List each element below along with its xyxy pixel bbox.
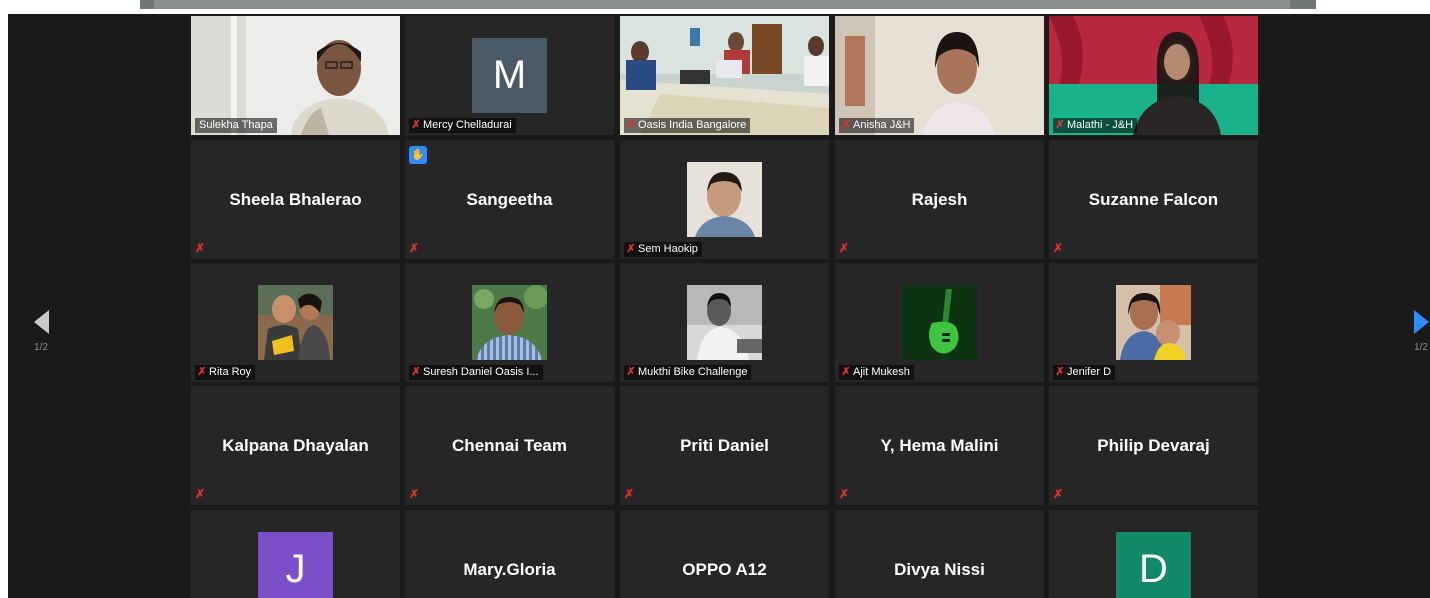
participant-tile-priti-daniel[interactable]: Priti Daniel ✗ <box>620 386 829 505</box>
participant-tile-sem-haokip[interactable]: ✗ Sem Haokip <box>620 140 829 259</box>
participant-tile-sulekha-thapa[interactable]: Sulekha Thapa <box>191 16 400 135</box>
participant-name-label: ✗ Jenifer D <box>1053 365 1116 380</box>
participant-tile-suresh-daniel[interactable]: ✗ Suresh Daniel Oasis I... <box>405 263 614 382</box>
profile-photo <box>687 285 762 360</box>
mic-muted-icon: ✗ <box>1053 241 1064 255</box>
participant-name: Rajesh <box>911 190 968 209</box>
mic-muted-icon: ✗ <box>624 487 635 501</box>
mic-muted-icon: ✗ <box>1055 119 1065 131</box>
mic-muted-icon: ✗ <box>195 487 206 501</box>
mic-muted-icon: ✗ <box>626 243 636 255</box>
participant-name-label: ✗ Malathi - J&H <box>1053 118 1138 133</box>
mic-muted-icon: ✗ <box>411 119 421 131</box>
participant-tile-anisha-jh[interactable]: ✗ Anisha J&H <box>835 16 1044 135</box>
mic-muted-icon: ✗ <box>409 487 420 501</box>
participant-name-label: ✗ Ajit Mukesh <box>839 365 914 380</box>
participant-tile-ajit-mukesh[interactable]: ✗ Ajit Mukesh <box>835 263 1044 382</box>
mic-muted-icon: ✗ <box>839 241 850 255</box>
previous-page-button[interactable]: 1/2 <box>26 310 56 353</box>
chevron-right-icon <box>1413 310 1429 334</box>
profile-photo <box>472 285 547 360</box>
participant-tile-jenifer-d[interactable]: ✗ Jenifer D <box>1049 263 1258 382</box>
mic-muted-icon: ✗ <box>626 366 636 378</box>
participant-name: Divya Nissi <box>894 560 985 579</box>
mic-muted-icon: ✗ <box>839 487 850 501</box>
participant-tile-mercy-chelladurai[interactable]: M ✗ Mercy Chelladurai <box>405 16 614 135</box>
participant-name: Chennai Team <box>452 436 567 455</box>
chevron-left-icon <box>33 310 49 334</box>
profile-photo <box>687 162 762 237</box>
participant-name-label: ✗ Mukthi Bike Challenge <box>624 365 752 380</box>
participant-tile-hema-malini[interactable]: Y, Hema Malini ✗ <box>835 386 1044 505</box>
mic-muted-icon: ✗ <box>1053 487 1064 501</box>
participant-tile-oppo-a12[interactable]: OPPO A12 <box>620 510 829 598</box>
participant-tile-malathi-jh[interactable]: ✗ Malathi - J&H <box>1049 16 1258 135</box>
raised-hand-icon: ✋ <box>409 146 427 164</box>
participant-tile-j[interactable]: J <box>191 510 400 598</box>
gallery-view: 1/2 1/2 Sulekha Thapa M ✗ Mercy Chelladur… <box>8 14 1430 598</box>
participant-name: Priti Daniel <box>680 436 769 455</box>
next-page-button[interactable]: 1/2 <box>1406 310 1430 353</box>
mic-muted-icon: ✗ <box>197 366 207 378</box>
participant-name-label: ✗ Sem Haokip <box>624 242 702 257</box>
participant-name: Kalpana Dhayalan <box>222 436 369 455</box>
participant-name: Y, Hema Malini <box>880 436 999 455</box>
mic-muted-icon: ✗ <box>841 119 851 131</box>
mic-muted-icon: ✗ <box>195 241 206 255</box>
participant-name-label: ✗ Anisha J&H <box>839 118 915 133</box>
mic-muted-icon: ✗ <box>1055 366 1065 378</box>
participant-name-label: ✗ Rita Roy <box>195 365 256 380</box>
participant-tile-suzanne-falcon[interactable]: Suzanne Falcon ✗ <box>1049 140 1258 259</box>
shared-screen-preview[interactable] <box>140 0 1316 9</box>
participant-tile-kalpana-dhayalan[interactable]: Kalpana Dhayalan ✗ <box>191 386 400 505</box>
participant-name-label: ✗ Suresh Daniel Oasis I... <box>409 365 543 380</box>
participant-tile-oasis-india-bangalore[interactable]: ✗ Oasis India Bangalore <box>620 16 829 135</box>
participant-name: Sheela Bhalerao <box>229 190 362 209</box>
participant-tile-mukthi-bike-challenge[interactable]: ✗ Mukthi Bike Challenge <box>620 263 829 382</box>
participant-name: Sangeetha <box>466 190 553 209</box>
screen-share-strip <box>0 0 1430 14</box>
mic-muted-icon: ✗ <box>411 366 421 378</box>
participant-name: OPPO A12 <box>682 560 767 579</box>
page-indicator-right: 1/2 <box>1414 342 1428 353</box>
profile-photo <box>902 285 977 360</box>
participant-name-label: Sulekha Thapa <box>195 118 277 133</box>
participant-tile-sangeetha[interactable]: ✋ Sangeetha ✗ <box>405 140 614 259</box>
profile-photo <box>258 285 333 360</box>
avatar: D <box>1116 532 1191 598</box>
participant-tile-d[interactable]: D <box>1049 510 1258 598</box>
participant-tile-chennai-team[interactable]: Chennai Team ✗ <box>405 386 614 505</box>
participant-name-label: ✗ Mercy Chelladurai <box>409 118 516 133</box>
participant-tile-rajesh[interactable]: Rajesh ✗ <box>835 140 1044 259</box>
participant-tile-rita-roy[interactable]: ✗ Rita Roy <box>191 263 400 382</box>
participant-name: Suzanne Falcon <box>1088 190 1219 209</box>
mic-muted-icon: ✗ <box>841 366 851 378</box>
participant-tile-sheela-bhalerao[interactable]: Sheela Bhalerao ✗ <box>191 140 400 259</box>
participant-name-label: ✗ Oasis India Bangalore <box>624 118 751 133</box>
participant-tile-philip-devaraj[interactable]: Philip Devaraj ✗ <box>1049 386 1258 505</box>
mic-muted-icon: ✗ <box>626 119 636 131</box>
participant-name: Philip Devaraj <box>1097 436 1210 455</box>
page-indicator-left: 1/2 <box>34 342 48 353</box>
profile-photo <box>1116 285 1191 360</box>
participant-name: Mary.Gloria <box>463 560 556 579</box>
avatar: M <box>472 38 547 113</box>
mic-muted-icon: ✗ <box>409 241 420 255</box>
participant-tile-divya-nissi[interactable]: Divya Nissi <box>835 510 1044 598</box>
participant-tile-mary-gloria[interactable]: Mary.Gloria <box>405 510 614 598</box>
avatar: J <box>258 532 333 598</box>
